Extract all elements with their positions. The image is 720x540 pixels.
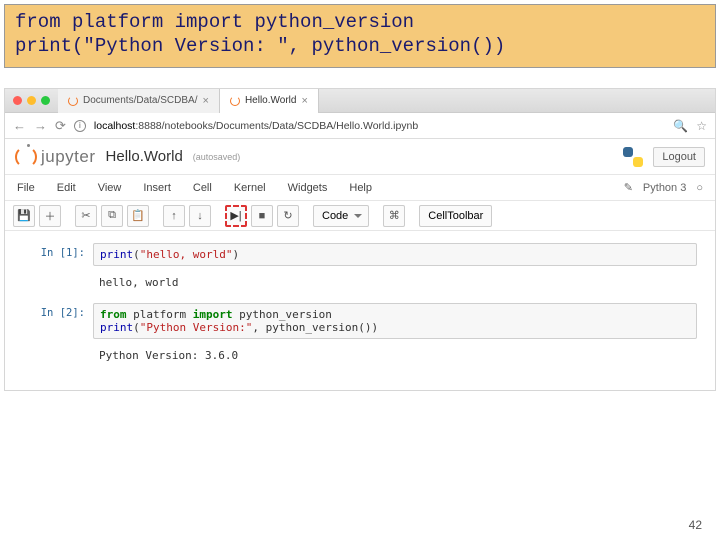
menu-widgets[interactable]: Widgets — [288, 182, 328, 194]
zoom-dot-icon[interactable] — [41, 96, 50, 105]
forward-icon[interactable]: → — [34, 118, 47, 133]
close-dot-icon[interactable] — [13, 96, 22, 105]
tab-close-icon[interactable]: × — [203, 95, 209, 107]
notebook-name[interactable]: Hello.World — [106, 148, 183, 165]
stop-icon[interactable]: ■ — [251, 205, 273, 227]
hero-code-block: from platform import python_version prin… — [4, 4, 716, 68]
jupyter-logo[interactable]: jupyter — [15, 146, 96, 168]
save-icon[interactable]: 💾 — [13, 205, 35, 227]
command-palette-icon[interactable]: ⌘ — [383, 205, 405, 227]
tab-folder[interactable]: Documents/Data/SCDBA/ × — [58, 89, 220, 113]
add-cell-icon[interactable]: ＋ — [39, 205, 61, 227]
input-prompt: In [2]: — [23, 303, 93, 339]
code-cell[interactable]: In [2]: from platform import python_vers… — [23, 303, 697, 339]
menu-file[interactable]: File — [17, 182, 35, 194]
menu-insert[interactable]: Insert — [143, 182, 171, 194]
url-field[interactable]: localhost:8888/notebooks/Documents/Data/… — [94, 120, 665, 132]
jupyter-brand-text: jupyter — [41, 147, 96, 167]
notebook-body: In [1]: print("hello, world") hello, wor… — [5, 231, 715, 390]
move-up-icon[interactable]: ↑ — [163, 205, 185, 227]
output-prompt — [23, 272, 93, 293]
window-controls — [5, 96, 58, 105]
output-cell: Python Version: 3.6.0 — [23, 345, 697, 366]
site-info-icon[interactable]: i — [74, 120, 86, 132]
menu-view[interactable]: View — [98, 182, 122, 194]
menu-cell[interactable]: Cell — [193, 182, 212, 194]
autosave-status: (autosaved) — [193, 152, 241, 162]
bookmark-star-icon[interactable]: ☆ — [696, 119, 707, 133]
move-down-icon[interactable]: ↓ — [189, 205, 211, 227]
jupyter-orb-icon — [15, 146, 37, 168]
restart-icon[interactable]: ↻ — [277, 205, 299, 227]
cut-icon[interactable]: ✂ — [75, 205, 97, 227]
tab-notebook[interactable]: Hello.World × — [220, 89, 319, 113]
menu-bar: File Edit View Insert Cell Kernel Widget… — [5, 175, 715, 201]
jupyter-favicon-icon — [230, 96, 240, 106]
zoom-icon[interactable]: 🔍 — [673, 119, 688, 133]
page-number: 42 — [689, 518, 702, 532]
kernel-indicator: Python 3 — [643, 182, 686, 194]
menu-edit[interactable]: Edit — [57, 182, 76, 194]
minimize-dot-icon[interactable] — [27, 96, 36, 105]
kernel-status-icon: ○ — [696, 182, 703, 194]
code-cell[interactable]: In [1]: print("hello, world") — [23, 243, 697, 266]
python-logo-icon — [623, 147, 643, 167]
run-cell-icon[interactable]: ▶| — [225, 205, 247, 227]
code-input[interactable]: from platform import python_version prin… — [93, 303, 697, 339]
edit-pencil-icon[interactable]: ✎ — [624, 181, 633, 194]
menu-kernel[interactable]: Kernel — [234, 182, 266, 194]
tab-close-icon[interactable]: × — [301, 95, 307, 107]
input-prompt: In [1]: — [23, 243, 93, 266]
code-input[interactable]: print("hello, world") — [93, 243, 697, 266]
output-text: Python Version: 3.6.0 — [93, 345, 697, 366]
menu-help[interactable]: Help — [349, 182, 372, 194]
back-icon[interactable]: ← — [13, 118, 26, 133]
browser-window: Documents/Data/SCDBA/ × Hello.World × ← … — [4, 88, 716, 391]
logout-button[interactable]: Logout — [653, 147, 705, 167]
address-bar: ← → ⟳ i localhost:8888/notebooks/Documen… — [5, 113, 715, 139]
output-cell: hello, world — [23, 272, 697, 293]
tab-bar: Documents/Data/SCDBA/ × Hello.World × — [5, 89, 715, 113]
output-prompt — [23, 345, 93, 366]
paste-icon[interactable]: 📋 — [127, 205, 149, 227]
cell-type-select[interactable]: Code — [313, 205, 369, 227]
hero-code-line1: from platform import python_version — [15, 11, 705, 35]
tab-label: Documents/Data/SCDBA/ — [83, 95, 198, 106]
jupyter-header: jupyter Hello.World (autosaved) Logout — [5, 139, 715, 175]
output-text: hello, world — [93, 272, 697, 293]
cell-toolbar-select[interactable]: CellToolbar — [419, 205, 492, 227]
hero-code-line2: print("Python Version: ", python_version… — [15, 35, 705, 59]
jupyter-favicon-icon — [68, 96, 78, 106]
toolbar: 💾 ＋ ✂ ⧉ 📋 ↑ ↓ ▶| ■ ↻ Code ⌘ CellToolbar — [5, 201, 715, 231]
tab-label: Hello.World — [245, 95, 297, 106]
reload-icon[interactable]: ⟳ — [55, 118, 66, 134]
copy-icon[interactable]: ⧉ — [101, 205, 123, 227]
